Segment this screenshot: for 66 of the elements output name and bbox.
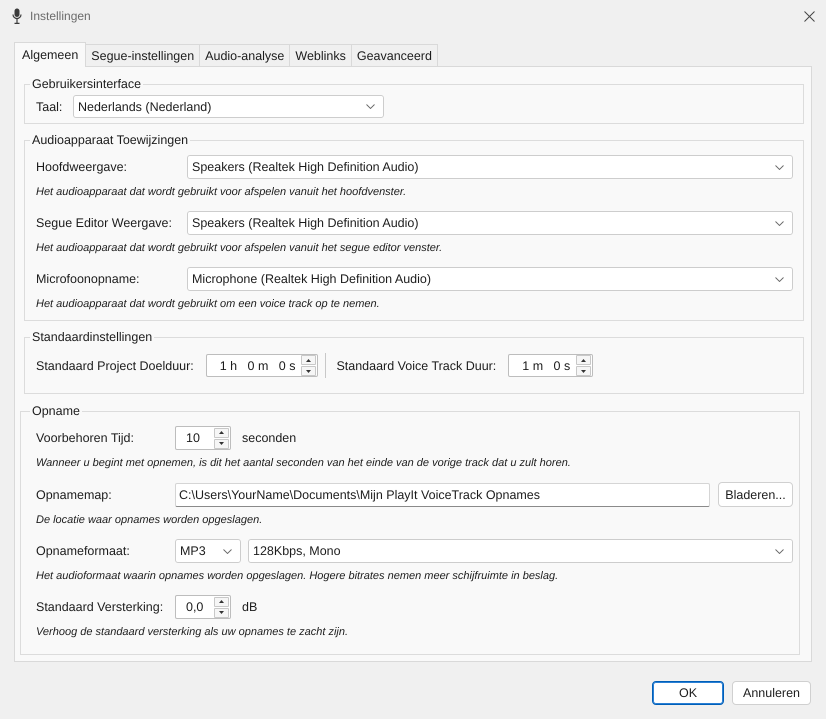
field-label: Segue Editor Weergave:	[36, 216, 173, 230]
field-label: Opnamemap:	[36, 488, 113, 502]
group-title: Audioapparaat Toewijzingen	[31, 132, 190, 148]
chevron-down-icon	[775, 276, 784, 282]
field-label: Standaard Versterking:	[36, 600, 164, 614]
spin-up-button[interactable]	[214, 596, 229, 606]
field-label: Taal:	[36, 100, 64, 114]
group-title: Standaardinstellingen	[31, 329, 154, 345]
dropdown[interactable]: Microphone (Realtek High Definition Audio)	[187, 267, 793, 291]
spin-up-button[interactable]	[576, 355, 592, 365]
spin-down-button[interactable]	[301, 366, 316, 376]
field-label: Hoofdweergave:	[36, 160, 128, 174]
chevron-down-icon	[366, 104, 375, 109]
dropdown[interactable]: MP3	[175, 539, 241, 563]
group-title: Opname	[31, 403, 81, 419]
spin-box[interactable]: 1 h 0 m 0 s	[206, 354, 318, 377]
spin-up-button[interactable]	[214, 428, 229, 438]
dropdown[interactable]: Nederlands (Nederland)	[73, 95, 384, 118]
down-arrow-icon	[581, 370, 586, 372]
spin-box[interactable]: 0,0	[175, 595, 231, 619]
dialog-button[interactable]: OK	[652, 681, 724, 705]
window-title: Instellingen	[30, 9, 91, 23]
hint-text: Het audioapparaat dat wordt gebruikt voor afspelen vanuit het segue editor venster.	[36, 241, 444, 256]
chevron-down-icon	[223, 548, 232, 554]
field-label: Opnameformaat:	[36, 544, 131, 558]
hint-text: Het audioapparaat dat wordt gebruikt om een voice track op te nemen.	[36, 297, 381, 312]
hint-text: Verhoog de standaard versterking als uw opnames te zacht zijn.	[36, 625, 350, 640]
spin-up-button[interactable]	[301, 355, 316, 365]
hint-text: Het audioapparaat dat wordt gebruikt voor afspelen vanuit het hoofdvenster.	[36, 185, 408, 200]
group-title: Gebruikersinterface	[31, 76, 142, 92]
field-label: Microfoonopname:	[36, 272, 141, 286]
dropdown[interactable]: Speakers (Realtek High Definition Audio)	[187, 155, 793, 179]
down-arrow-icon	[306, 370, 312, 372]
chevron-down-icon	[775, 548, 784, 554]
tab[interactable]: Algemeen	[14, 42, 86, 67]
tab[interactable]: Geavanceerd	[350, 44, 438, 66]
field-label: Standaard Voice Track Duur:	[336, 358, 496, 372]
field-label: Voorbehoren Tijd:	[36, 431, 135, 445]
field-label: Standaard Project Doelduur:	[36, 358, 194, 372]
dropdown[interactable]: Speakers (Realtek High Definition Audio)	[187, 211, 793, 235]
unit-label: dB	[242, 600, 258, 614]
dialog-button[interactable]: Annuleren	[732, 681, 811, 705]
chevron-down-icon	[775, 164, 784, 170]
chevron-down-icon	[775, 220, 784, 226]
tab[interactable]: Segue-instellingen	[85, 44, 200, 66]
tab[interactable]: Audio-analyse	[199, 44, 290, 66]
spin-box[interactable]: 10	[175, 426, 231, 450]
spin-down-button[interactable]	[214, 438, 229, 448]
dropdown[interactable]: 128Kbps, Mono	[248, 539, 793, 563]
unit-label: seconden	[242, 431, 296, 445]
browse-button[interactable]: Bladeren...	[718, 482, 793, 507]
up-arrow-icon	[581, 358, 586, 362]
hint-text: De locatie waar opnames worden opgeslagen.	[36, 513, 264, 528]
down-arrow-icon	[219, 611, 224, 614]
hint-text: Wanneer u begint met opnemen, is dit het aantal seconden van het einde van de vorige track dat u zult horen.	[36, 456, 572, 471]
down-arrow-icon	[219, 442, 224, 445]
microphone-icon	[12, 8, 22, 24]
spin-down-button[interactable]	[576, 366, 592, 376]
spin-down-button[interactable]	[214, 608, 229, 618]
hint-text: Het audioformaat waarin opnames worden opgeslagen. Hogere bitrates nemen meer schijfruimte in beslag.	[36, 569, 560, 584]
close-icon	[804, 10, 814, 22]
path-field[interactable]: C:\Users\YourName\Documents\Mijn PlayIt VoiceTrack Opnames	[175, 482, 710, 506]
up-arrow-icon	[306, 358, 312, 362]
up-arrow-icon	[219, 600, 224, 603]
up-arrow-icon	[219, 431, 224, 434]
spin-box[interactable]: 1 m 0 s	[508, 354, 594, 377]
